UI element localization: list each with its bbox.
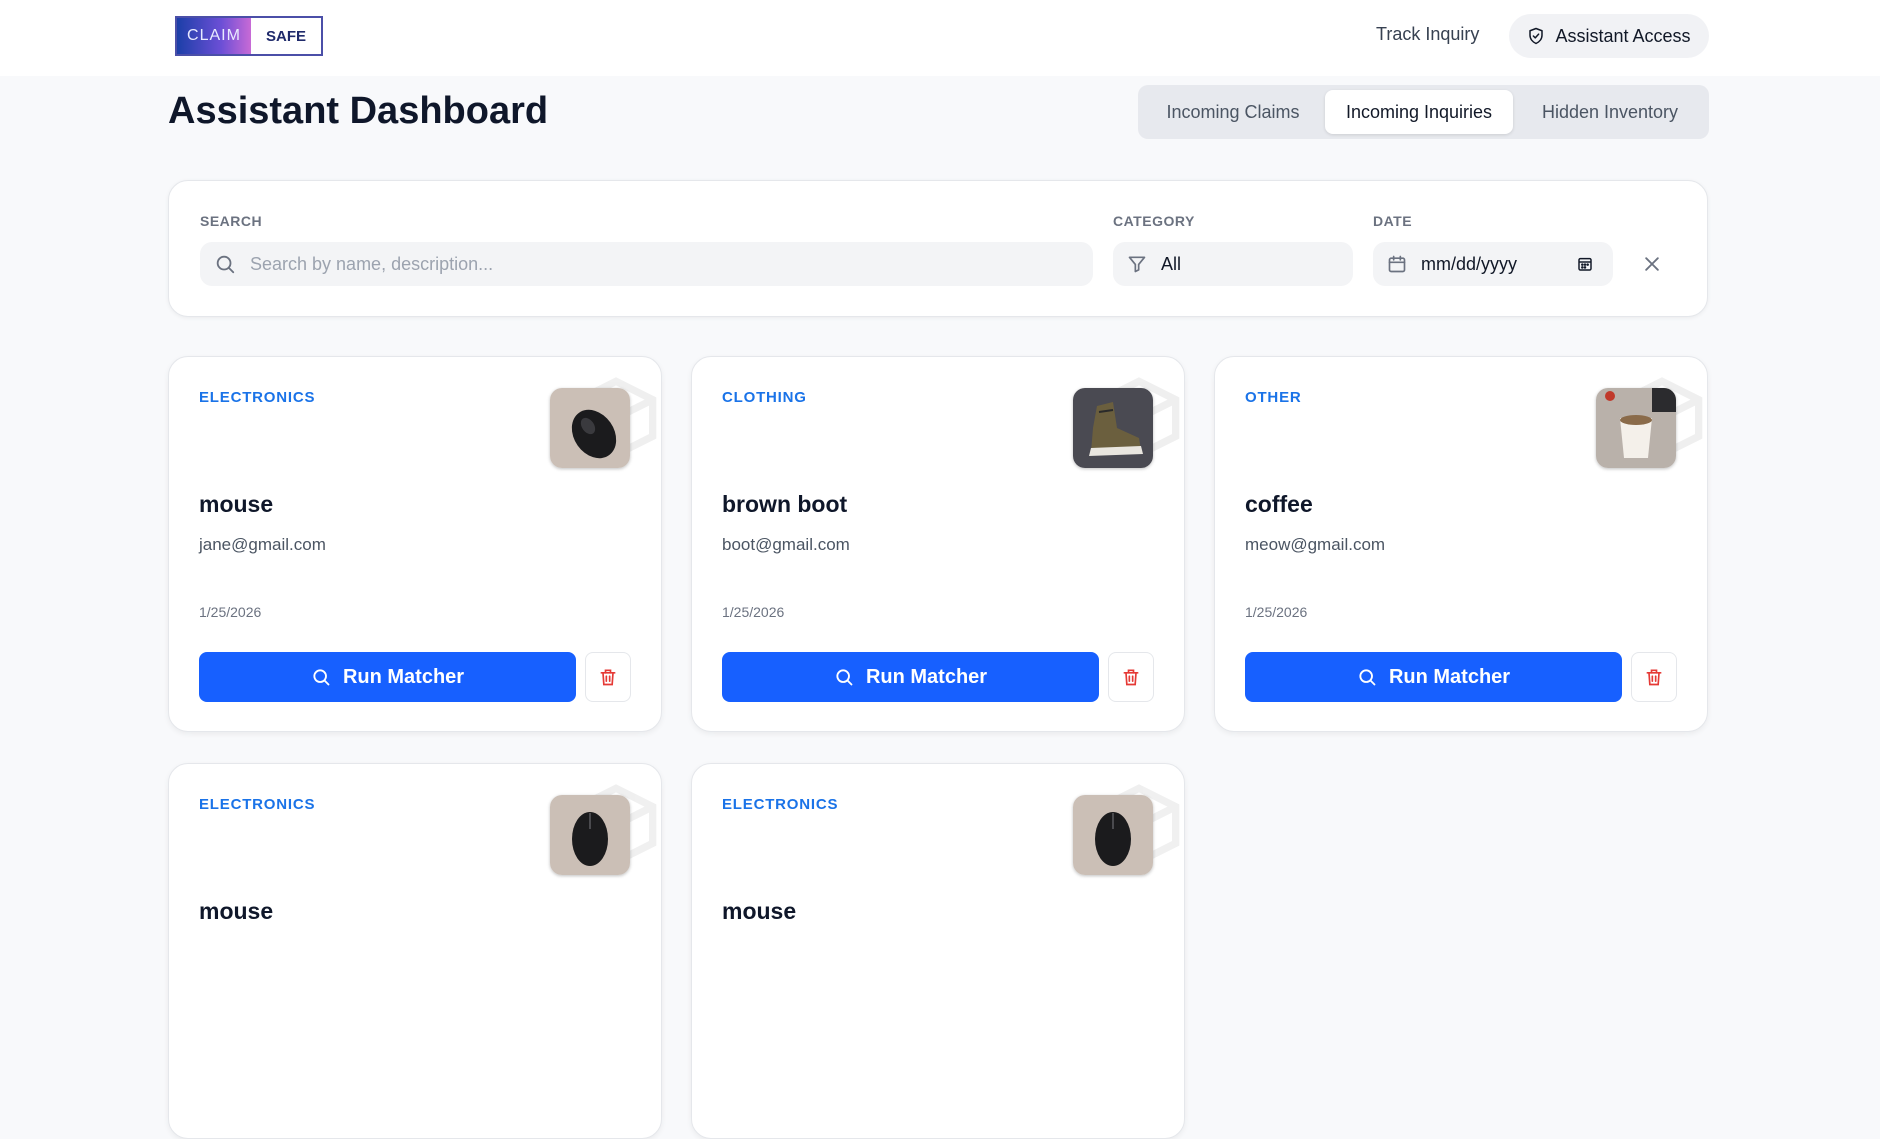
date-picker-icon[interactable] [1577, 256, 1593, 272]
calendar-icon [1388, 255, 1406, 273]
run-matcher-button[interactable]: Run Matcher [722, 652, 1099, 702]
trash-icon [600, 669, 616, 686]
category-select[interactable]: All [1113, 242, 1353, 286]
category-tag: ELECTRONICS [199, 389, 316, 406]
inquiry-card: OTHER coffee meow@gmail.com 1/25/2026 Ru… [1214, 356, 1708, 732]
delete-button[interactable] [1631, 652, 1677, 702]
item-title: brown boot [722, 491, 848, 517]
item-photo-mouse[interactable] [550, 388, 630, 468]
tab-incoming-claims[interactable]: Incoming Claims [1144, 90, 1322, 134]
page-title: Assistant Dashboard [168, 90, 549, 132]
shield-check-icon [1529, 27, 1544, 45]
boot-photo [1073, 388, 1153, 468]
delete-button[interactable] [1108, 652, 1154, 702]
mouse-photo [1073, 795, 1153, 875]
run-matcher-label: Run Matcher [865, 665, 988, 688]
mouse-photo [550, 388, 630, 468]
filter-icon [1128, 256, 1146, 273]
tab-hidden-inventory[interactable]: Hidden Inventory [1516, 90, 1704, 134]
date-label: DATE [1373, 213, 1413, 229]
coffee-photo [1596, 388, 1676, 468]
track-inquiry-link[interactable]: Track Inquiry [1376, 24, 1479, 45]
category-tag: CLOTHING [722, 389, 807, 406]
search-field [200, 242, 1093, 286]
category-tag: ELECTRONICS [722, 796, 839, 813]
app-logo[interactable]: CLAIM SAFE [175, 16, 323, 56]
delete-button[interactable] [585, 652, 631, 702]
category-tag: OTHER [1245, 389, 1302, 406]
category-value: All [1161, 253, 1182, 274]
category-tag: ELECTRONICS [199, 796, 316, 813]
close-icon [1645, 257, 1659, 271]
inquiry-card: ELECTRONICS mouse jane@gmail.com 1/25/20… [168, 356, 662, 732]
search-icon [836, 669, 853, 686]
assistant-access-button[interactable]: Assistant Access [1509, 14, 1709, 58]
search-input[interactable] [248, 252, 1093, 276]
trash-icon [1123, 669, 1139, 686]
run-matcher-label: Run Matcher [342, 665, 465, 688]
item-photo-mouse[interactable] [550, 795, 630, 875]
item-email: boot@gmail.com [722, 535, 850, 554]
item-photo-mouse[interactable] [1073, 795, 1153, 875]
assistant-access-label: Assistant Access [1555, 25, 1691, 46]
item-title: mouse [199, 898, 274, 924]
item-title: mouse [199, 491, 274, 517]
search-icon [1359, 669, 1376, 686]
inquiry-card: CLOTHING brown boot boot@gmail.com 1/25/… [691, 356, 1185, 732]
item-title: mouse [722, 898, 797, 924]
search-icon [216, 255, 235, 274]
run-matcher-button[interactable]: Run Matcher [1245, 652, 1622, 702]
logo-claim-text: CLAIM [177, 18, 251, 54]
dashboard-tabs: Incoming Claims Incoming Inquiries Hidde… [1138, 85, 1709, 139]
search-label: SEARCH [200, 213, 263, 229]
run-matcher-button[interactable]: Run Matcher [199, 652, 576, 702]
filter-panel: SEARCH CATEGORY DATE All mm/dd/yyyy [168, 180, 1708, 317]
item-photo-coffee[interactable] [1596, 388, 1676, 468]
logo-safe-text: SAFE [251, 18, 321, 54]
trash-icon [1646, 669, 1662, 686]
item-email: jane@gmail.com [199, 535, 326, 554]
category-label: CATEGORY [1113, 213, 1195, 229]
top-bar: CLAIM SAFE Track Inquiry Assistant Acces… [0, 0, 1880, 76]
mouse-photo [550, 795, 630, 875]
date-value: mm/dd/yyyy [1421, 253, 1518, 274]
item-photo-boot[interactable] [1073, 388, 1153, 468]
search-icon [313, 669, 330, 686]
inquiry-card: ELECTRONICS mouse [168, 763, 662, 1139]
inquiry-card: ELECTRONICS mouse [691, 763, 1185, 1139]
run-matcher-label: Run Matcher [1388, 665, 1511, 688]
item-email: meow@gmail.com [1245, 535, 1386, 554]
date-input[interactable]: mm/dd/yyyy [1373, 242, 1613, 286]
clear-filters-button[interactable] [1637, 249, 1667, 279]
item-title: coffee [1245, 491, 1313, 517]
item-date: 1/25/2026 [722, 604, 785, 620]
item-date: 1/25/2026 [1245, 604, 1308, 620]
tab-incoming-inquiries[interactable]: Incoming Inquiries [1325, 90, 1513, 134]
item-date: 1/25/2026 [199, 604, 262, 620]
